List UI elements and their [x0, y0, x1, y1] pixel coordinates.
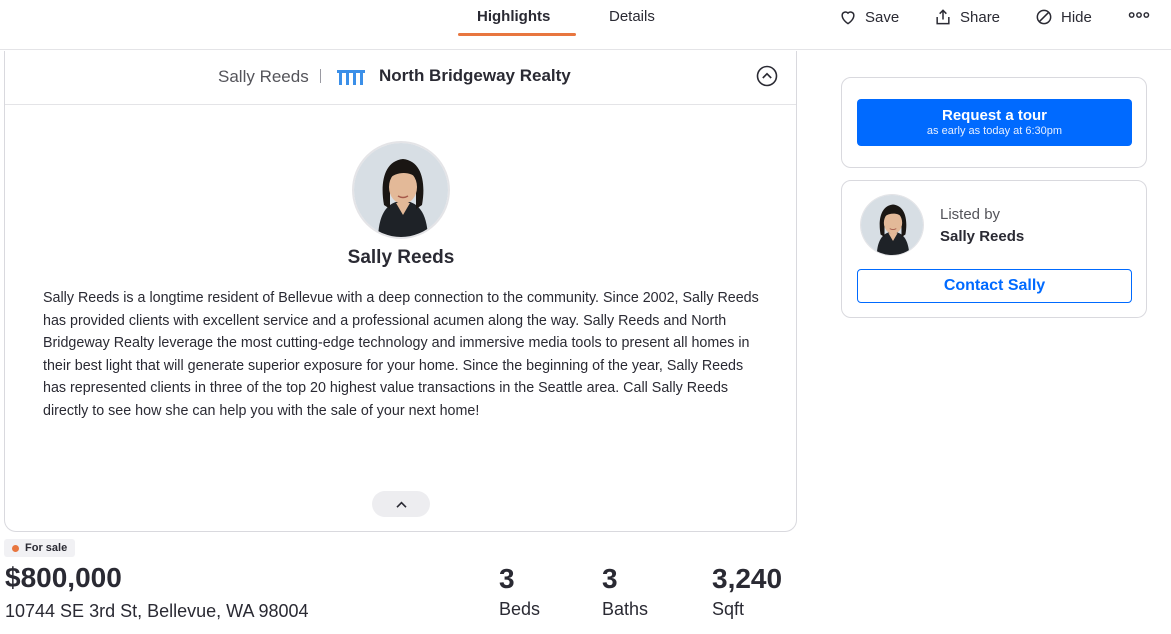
brokerage-name: North Bridgeway Realty [379, 66, 571, 85]
sqft-label: Sqft [712, 599, 745, 619]
request-tour-button[interactable]: Request a tour as early as today at 6:30… [857, 99, 1132, 146]
collapse-chevron-up-icon[interactable] [756, 65, 778, 87]
active-tab-indicator [458, 33, 576, 36]
share-label: Share [960, 8, 1001, 26]
save-label: Save [865, 8, 900, 26]
header-divider [320, 69, 321, 83]
collapse-bio-button[interactable] [372, 491, 430, 517]
hide-icon [1036, 9, 1052, 25]
hide-label: Hide [1061, 8, 1092, 26]
baths-value: 3 [602, 563, 618, 594]
share-button[interactable]: Share [933, 7, 1000, 27]
top-nav: Highlights Details Save Share Hide [0, 0, 1171, 50]
save-button[interactable]: Save [838, 7, 899, 27]
baths-stat: 3 Baths [602, 562, 648, 620]
listing-agent-avatar [860, 194, 924, 256]
listed-by-card: Listed by Sally Reeds Contact Sally [841, 180, 1147, 318]
request-tour-label: Request a tour [941, 107, 1047, 124]
heart-icon [841, 11, 855, 25]
tab-details[interactable]: Details [609, 8, 655, 25]
beds-stat: 3 Beds [499, 562, 540, 620]
agent-header-name: Sally Reeds [218, 67, 309, 86]
contact-agent-button[interactable]: Contact Sally [857, 269, 1132, 303]
realty-logo-icon [337, 70, 365, 85]
listed-by-label: Listed by [940, 206, 1001, 223]
agent-card: Sally Reeds North Bridgeway Realty Sally… [4, 51, 797, 532]
request-tour-sublabel: as early as today at 6:30pm [926, 125, 1063, 137]
agent-photo [354, 143, 448, 237]
sqft-value: 3,240 [712, 563, 783, 594]
agent-name: Sally Reeds [347, 247, 455, 268]
baths-label: Baths [602, 599, 649, 619]
listing-price: $800,000 [5, 562, 122, 593]
sqft-stat: 3,240 Sqft [712, 562, 782, 620]
agent-photo-small [861, 195, 923, 255]
status-badge: For sale [4, 539, 76, 557]
beds-label: Beds [499, 599, 541, 619]
agent-avatar [352, 141, 450, 239]
agent-bio: Sally Reeds is a longtime resident of Be… [43, 290, 759, 419]
agent-card-header: Sally Reeds North Bridgeway Realty [5, 51, 796, 105]
listed-by-name: Sally Reeds [940, 228, 1025, 245]
hide-button[interactable]: Hide [1034, 7, 1092, 27]
more-icon [1128, 12, 1150, 18]
more-options-button[interactable] [1128, 9, 1150, 21]
share-icon [936, 9, 950, 25]
tour-card: Request a tour as early as today at 6:30… [841, 77, 1147, 168]
status-dot [12, 544, 19, 552]
chevron-up-icon [395, 501, 407, 508]
tab-highlights[interactable]: Highlights [477, 8, 550, 25]
status-label: For sale [25, 542, 68, 554]
beds-value: 3 [499, 563, 515, 594]
listing-address: 10744 SE 3rd St, Bellevue, WA 98004 [5, 601, 309, 621]
